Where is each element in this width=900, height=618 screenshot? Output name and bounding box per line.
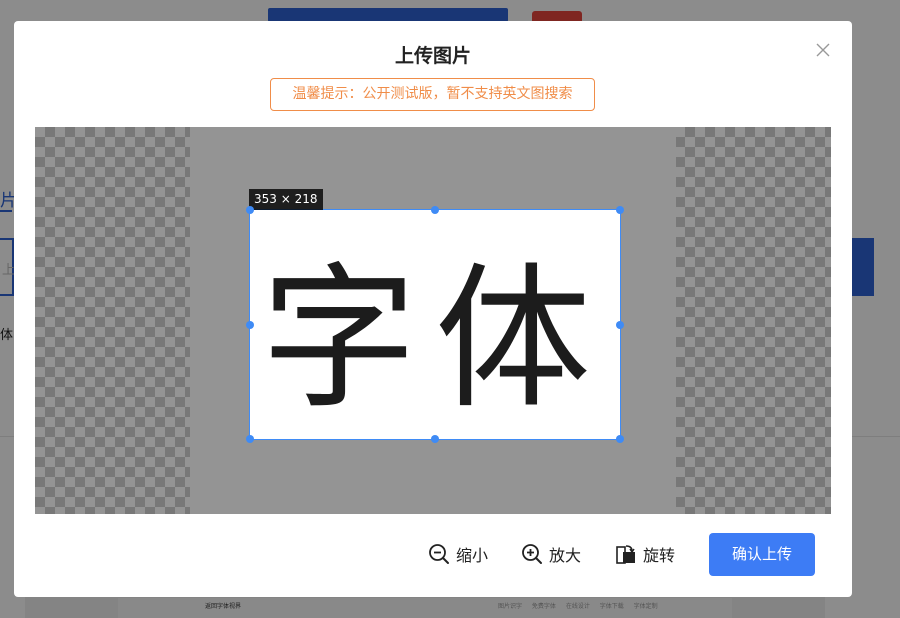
crop-dimensions-label: 353 × 218 xyxy=(249,189,323,210)
crop-selection[interactable]: 字体 xyxy=(249,209,621,440)
zoom-in-button[interactable]: 放大 xyxy=(521,541,581,567)
crop-handle-bottom-left[interactable] xyxy=(246,435,254,443)
crop-handle-top-left[interactable] xyxy=(246,206,254,214)
crop-handle-bottom-right[interactable] xyxy=(616,435,624,443)
zoom-in-label: 放大 xyxy=(549,546,582,565)
crop-image-text: 字体 xyxy=(261,247,609,430)
upload-image-modal: 上传图片 温馨提示：公开测试版，暂不支持英文图搜索 字体 353 × 218 缩… xyxy=(14,21,852,597)
rotate-icon xyxy=(616,545,635,564)
zoom-out-button[interactable]: 缩小 xyxy=(428,541,488,567)
zoom-in-icon xyxy=(522,544,542,564)
rotate-button[interactable]: 旋转 xyxy=(615,541,675,567)
close-icon[interactable] xyxy=(814,41,832,59)
crop-handle-top-middle[interactable] xyxy=(431,206,439,214)
crop-handle-bottom-middle[interactable] xyxy=(431,435,439,443)
tip-notice: 温馨提示：公开测试版，暂不支持英文图搜索 xyxy=(270,78,595,111)
zoom-out-label: 缩小 xyxy=(456,546,489,565)
confirm-upload-button[interactable]: 确认上传 xyxy=(709,533,815,576)
zoom-out-icon xyxy=(429,544,449,564)
crop-area[interactable]: 字体 353 × 218 xyxy=(35,127,831,514)
rotate-label: 旋转 xyxy=(643,546,676,565)
crop-handle-middle-left[interactable] xyxy=(246,321,254,329)
crop-handle-middle-right[interactable] xyxy=(616,321,624,329)
modal-title: 上传图片 xyxy=(394,45,471,67)
crop-handle-top-right[interactable] xyxy=(616,206,624,214)
